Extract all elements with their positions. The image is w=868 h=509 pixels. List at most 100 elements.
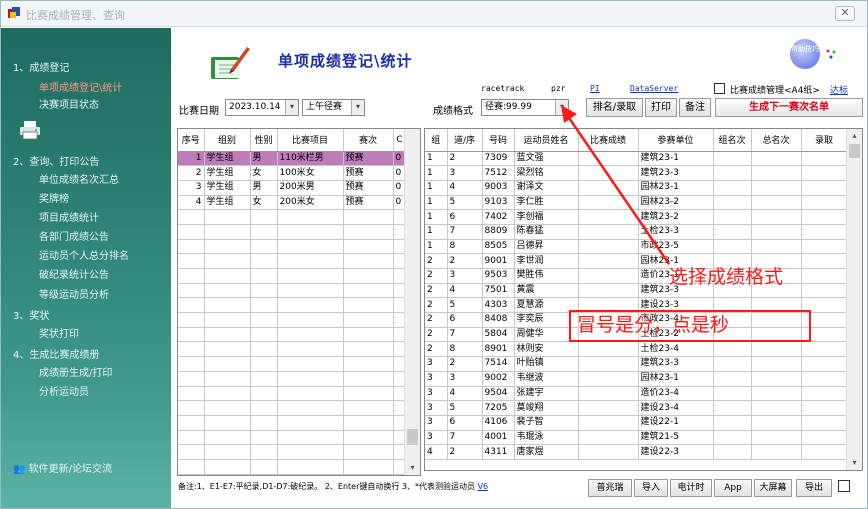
- sidebar-item-final-status[interactable]: 决赛项目状态: [39, 96, 99, 111]
- event-row[interactable]: [178, 386, 407, 402]
- sidebar-section-book[interactable]: 4、生成比赛成绩册: [13, 346, 99, 361]
- event-row[interactable]: 1 学生组男 110米栏男 预赛 0: [178, 151, 407, 167]
- scroll-thumb[interactable]: [407, 429, 418, 445]
- score-cell[interactable]: [578, 283, 639, 299]
- puzhaorui-button[interactable]: 普兆瑞: [588, 479, 632, 497]
- app-button[interactable]: App: [714, 479, 752, 497]
- export-button[interactable]: 导出: [796, 479, 832, 497]
- score-cell[interactable]: [578, 151, 639, 167]
- score-cell[interactable]: [578, 253, 639, 269]
- athlete-row[interactable]: 1 4 9003 谢泽文 园林23-1: [425, 180, 848, 196]
- link-pzr[interactable]: pzr: [551, 84, 565, 93]
- generate-next-round-button[interactable]: 生成下一赛次名单: [715, 98, 863, 117]
- sidebar-section-query[interactable]: 2、查询、打印公告: [13, 153, 99, 168]
- athlete-row[interactable]: 1 3 7512 梁烈铭 建筑23-3: [425, 165, 848, 181]
- athlete-row[interactable]: 1 5 9103 李仁胜 园林23-2: [425, 195, 848, 211]
- score-cell[interactable]: [578, 386, 639, 402]
- score-cell[interactable]: [578, 430, 639, 446]
- athlete-row[interactable]: 1 6 7402 李创福 建筑23-2: [425, 209, 848, 225]
- sidebar-section-certificate[interactable]: 3、奖状: [13, 307, 49, 322]
- athlete-row[interactable]: 3 6 4106 裴子智 建设22-1: [425, 415, 848, 431]
- sidebar-item-event-stats[interactable]: 项目成绩统计: [39, 209, 99, 224]
- sidebar-item-book-print[interactable]: 成绩册生成/打印: [39, 364, 112, 379]
- athlete-row[interactable]: 1 2 7309 蓝文强 建筑23-1: [425, 151, 848, 167]
- event-row[interactable]: [178, 297, 407, 314]
- score-cell[interactable]: [578, 415, 639, 431]
- sidebar-item-grade-analysis[interactable]: 等级运动员分析: [39, 286, 109, 301]
- athlete-row[interactable]: 3 2 7514 叶贻镇 建筑23-3: [425, 356, 848, 372]
- event-row[interactable]: [178, 239, 407, 255]
- event-grid-scrollbar[interactable]: ▾: [404, 129, 420, 475]
- sidebar-section-register[interactable]: 1、成绩登记: [13, 59, 69, 74]
- big-screen-button[interactable]: 大屏幕: [754, 479, 792, 497]
- event-row[interactable]: [178, 209, 407, 225]
- link-racetrack[interactable]: racetrack: [481, 84, 524, 93]
- import-button[interactable]: 导入: [634, 479, 668, 497]
- scroll-thumb[interactable]: [849, 144, 860, 158]
- a4-checkbox[interactable]: [714, 83, 725, 94]
- score-cell[interactable]: [578, 400, 639, 416]
- score-cell[interactable]: [578, 356, 639, 372]
- event-row[interactable]: [178, 268, 407, 284]
- footer-checkbox[interactable]: [838, 480, 850, 492]
- event-row[interactable]: [178, 327, 407, 343]
- scroll-down-icon[interactable]: ▾: [405, 461, 420, 475]
- scroll-down-icon[interactable]: ▾: [847, 456, 862, 470]
- athlete-row[interactable]: 3 5 7205 莫竣翔 建设23-4: [425, 400, 848, 416]
- timing-button[interactable]: 电计时: [670, 479, 712, 497]
- athlete-row[interactable]: 1 8 8505 吕德昇 市政23-5: [425, 239, 848, 255]
- score-cell[interactable]: [578, 195, 639, 211]
- event-row[interactable]: [178, 283, 407, 299]
- sidebar-item-athlete-rank[interactable]: 运动员个人总分排名: [39, 247, 129, 262]
- link-dataserver[interactable]: DataServer: [630, 84, 678, 93]
- athlete-row[interactable]: 2 8 8901 林则安 土检23-4: [425, 341, 848, 358]
- event-row[interactable]: [178, 444, 407, 460]
- score-cell[interactable]: [578, 224, 639, 240]
- note-button[interactable]: 备注: [679, 98, 711, 117]
- score-cell[interactable]: [578, 341, 639, 358]
- print-button[interactable]: 打印: [645, 98, 677, 117]
- athlete-row[interactable]: 3 7 4001 韦琨泳 建筑21-5: [425, 430, 848, 446]
- athlete-row[interactable]: 1 7 8809 陈春猛 土检23-3: [425, 224, 848, 240]
- sidebar-item-certificate-print[interactable]: 奖状打印: [39, 325, 79, 340]
- close-icon[interactable]: ✕: [835, 6, 855, 21]
- score-cell[interactable]: [578, 444, 639, 460]
- athlete-row[interactable]: 2 4 7501 黄震 建筑23-3: [425, 283, 848, 299]
- sidebar-item-single-entry[interactable]: 单项成绩登记\统计: [39, 79, 122, 94]
- event-row[interactable]: [178, 430, 407, 446]
- event-row[interactable]: [178, 312, 407, 328]
- sidebar-item-dept-notice[interactable]: 各部门成绩公告: [39, 228, 109, 243]
- score-cell[interactable]: [578, 165, 639, 181]
- event-row[interactable]: 3 学生组男 200米男 预赛 0: [178, 180, 407, 196]
- link-pi[interactable]: PI: [590, 84, 600, 93]
- athlete-row[interactable]: 2 3 9503 樊胜伟 造价23-1: [425, 268, 848, 284]
- event-row[interactable]: [178, 253, 407, 269]
- event-row[interactable]: [178, 459, 407, 475]
- score-cell[interactable]: [578, 209, 639, 225]
- athlete-grid-scrollbar[interactable]: ▴ ▾: [846, 129, 862, 470]
- sidebar-item-unit-summary[interactable]: 单位成绩名次汇总: [39, 171, 119, 186]
- date-select[interactable]: 2023.10.14 ▾: [225, 99, 299, 116]
- sidebar-item-record-stats[interactable]: 破纪录统计公告: [39, 266, 109, 281]
- athlete-row[interactable]: 2 2 9001 李世润 园林23-1: [425, 253, 848, 269]
- sidebar-item-analyze-athletes[interactable]: 分析运动员: [39, 383, 89, 398]
- score-cell[interactable]: [578, 268, 639, 284]
- event-row[interactable]: 2 学生组女 100米女 预赛 0: [178, 165, 407, 181]
- athlete-row[interactable]: 4 2 4311 唐家煜 建设22-3: [425, 444, 848, 460]
- event-row[interactable]: [178, 400, 407, 416]
- v6-link[interactable]: V6: [478, 482, 489, 491]
- help-tips-button[interactable]: 帮助技巧: [790, 39, 820, 69]
- athlete-row[interactable]: 3 3 9002 韦继波 园林23-1: [425, 371, 848, 387]
- standard-link[interactable]: 达标: [830, 83, 848, 96]
- session-select[interactable]: 上午径赛 ▾: [302, 99, 365, 116]
- software-update-link[interactable]: 👥 软件更新/论坛交流: [13, 460, 112, 475]
- event-row[interactable]: [178, 371, 407, 387]
- event-row[interactable]: [178, 356, 407, 372]
- athlete-row[interactable]: 3 4 9504 张建宇 造价23-4: [425, 386, 848, 402]
- rank-admit-button[interactable]: 排名/录取: [586, 98, 643, 117]
- event-row[interactable]: [178, 415, 407, 431]
- sidebar-item-medal-table[interactable]: 奖牌榜: [39, 190, 69, 205]
- event-row[interactable]: [178, 341, 407, 358]
- event-row[interactable]: [178, 224, 407, 240]
- score-cell[interactable]: [578, 239, 639, 255]
